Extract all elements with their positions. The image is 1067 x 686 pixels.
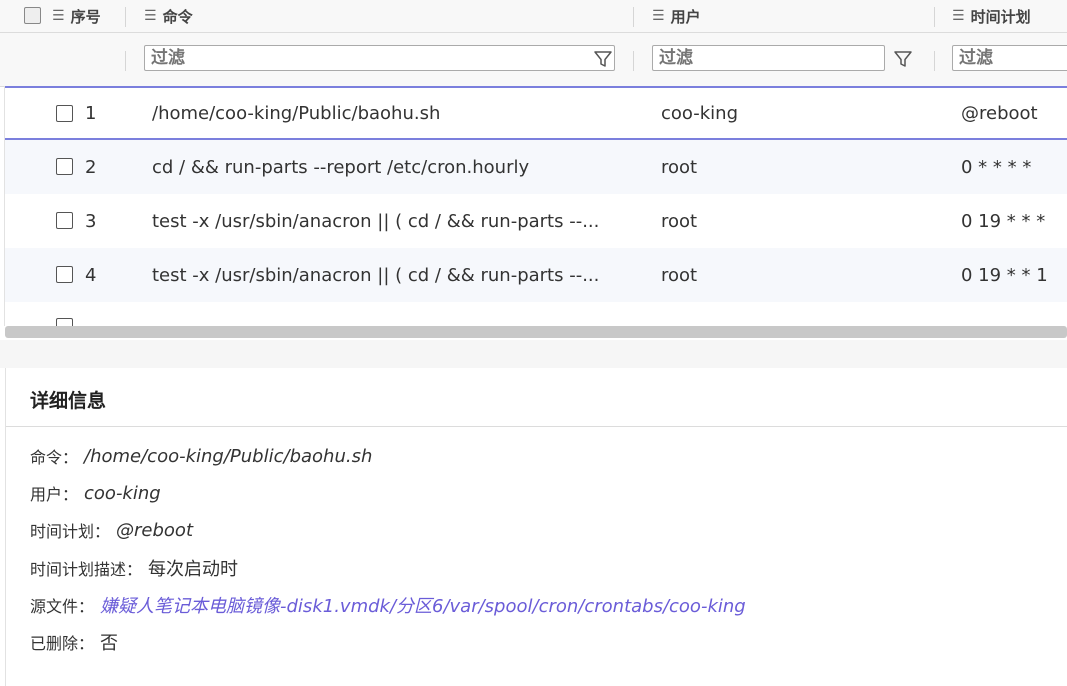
row-index: 4 [85, 264, 97, 286]
detail-command-label: 命令： [30, 448, 79, 467]
table-row[interactable]: 2 cd / && run-parts --report /etc/cron.h… [5, 140, 1067, 195]
detail-schedule-label: 时间计划： [30, 522, 111, 541]
detail-panel-title: 详细信息 [30, 390, 107, 412]
row-checkbox[interactable] [56, 212, 73, 229]
column-header-schedule[interactable]: ☰ 时间计划 [952, 0, 1031, 32]
detail-deleted: 已删除： 否 [30, 629, 118, 655]
panel-gap [0, 340, 1067, 368]
column-header-index-label: 序号 [70, 7, 101, 26]
column-header-user-label: 用户 [670, 7, 701, 26]
column-divider[interactable] [125, 7, 126, 27]
detail-command: 命令： /home/coo-king/Public/baohu.sh [30, 444, 372, 468]
column-header-schedule-label: 时间计划 [970, 7, 1031, 26]
menu-lines-icon: ☰ [652, 8, 665, 24]
detail-deleted-value: 否 [100, 633, 119, 654]
table-row[interactable]: 1 /home/coo-king/Public/baohu.sh coo-kin… [5, 86, 1067, 140]
detail-deleted-label: 已删除： [30, 634, 95, 653]
row-schedule: 0 19 * * 1 [961, 264, 1048, 286]
row-schedule: 0 * * * * [961, 156, 1032, 178]
table-row[interactable]: 3 test -x /usr/sbin/anacron || ( cd / &&… [5, 194, 1067, 249]
column-header-user[interactable]: ☰ 用户 [652, 0, 701, 32]
menu-lines-icon: ☰ [52, 8, 65, 24]
row-index: 1 [85, 102, 97, 124]
horizontal-scrollbar[interactable] [5, 326, 1067, 338]
detail-schedule-desc: 时间计划描述： 每次启动时 [30, 555, 238, 581]
detail-schedule-desc-label: 时间计划描述： [30, 560, 143, 579]
cron-table: ☰ 序号 ☰ 命令 ☰ 用户 ☰ 时间计划 过滤 过滤 过滤 1 /home/c… [0, 0, 1067, 340]
row-command: cd / && run-parts --report /etc/cron.hou… [152, 156, 530, 178]
row-user: root [661, 210, 698, 232]
user-filter-input[interactable] [652, 45, 885, 71]
detail-schedule-value: @reboot [116, 519, 193, 541]
detail-schedule-desc-value: 每次启动时 [148, 559, 239, 580]
select-all-checkbox[interactable] [24, 7, 41, 24]
detail-user: 用户： coo-king [30, 481, 161, 505]
column-divider[interactable] [934, 7, 935, 27]
row-user: root [661, 156, 698, 178]
column-divider [125, 51, 126, 71]
row-schedule: @reboot [961, 102, 1038, 124]
row-index: 2 [85, 156, 97, 178]
row-user: root [661, 264, 698, 286]
menu-lines-icon: ☰ [144, 8, 157, 24]
column-divider [934, 51, 935, 71]
detail-source-label: 源文件： [30, 597, 95, 616]
filter-funnel-icon[interactable] [592, 48, 614, 70]
row-command: test -x /usr/sbin/anacron || ( cd / && r… [152, 264, 600, 286]
schedule-filter-input[interactable] [952, 45, 1067, 71]
table-header: ☰ 序号 ☰ 命令 ☰ 用户 ☰ 时间计划 [0, 0, 1067, 87]
table-row[interactable]: 4 test -x /usr/sbin/anacron || ( cd / &&… [5, 248, 1067, 303]
detail-divider [6, 426, 1067, 427]
row-command: test -x /usr/sbin/anacron || ( cd / && r… [152, 210, 600, 232]
row-user: coo-king [661, 102, 739, 124]
detail-panel: 详细信息 命令： /home/coo-king/Public/baohu.sh … [5, 368, 1067, 686]
detail-command-value: /home/coo-king/Public/baohu.sh [84, 445, 373, 467]
row-index: 3 [85, 210, 97, 232]
menu-lines-icon: ☰ [952, 8, 965, 24]
detail-source-link[interactable]: 嫌疑人笔记本电脑镜像-disk1.vmdk/分区6/var/spool/cron… [100, 592, 746, 618]
detail-user-label: 用户： [30, 485, 79, 504]
column-divider[interactable] [633, 7, 634, 27]
header-row: ☰ 序号 ☰ 命令 ☰ 用户 ☰ 时间计划 [0, 0, 1067, 33]
row-schedule: 0 19 * * * [961, 210, 1046, 232]
detail-schedule: 时间计划： @reboot [30, 518, 193, 542]
row-checkbox[interactable] [56, 105, 73, 122]
column-header-index[interactable]: ☰ 序号 [52, 0, 101, 32]
detail-user-value: coo-king [84, 482, 161, 504]
column-header-command-label: 命令 [162, 7, 193, 26]
row-checkbox[interactable] [56, 266, 73, 283]
row-checkbox[interactable] [56, 158, 73, 175]
detail-source: 源文件： 嫌疑人笔记本电脑镜像-disk1.vmdk/分区6/var/spool… [30, 592, 746, 618]
command-filter-input[interactable] [144, 45, 615, 71]
row-command: /home/coo-king/Public/baohu.sh [152, 102, 441, 124]
column-header-command[interactable]: ☰ 命令 [144, 0, 193, 32]
column-divider [633, 51, 634, 71]
filter-row [0, 38, 1067, 80]
filter-funnel-icon[interactable] [892, 48, 914, 70]
